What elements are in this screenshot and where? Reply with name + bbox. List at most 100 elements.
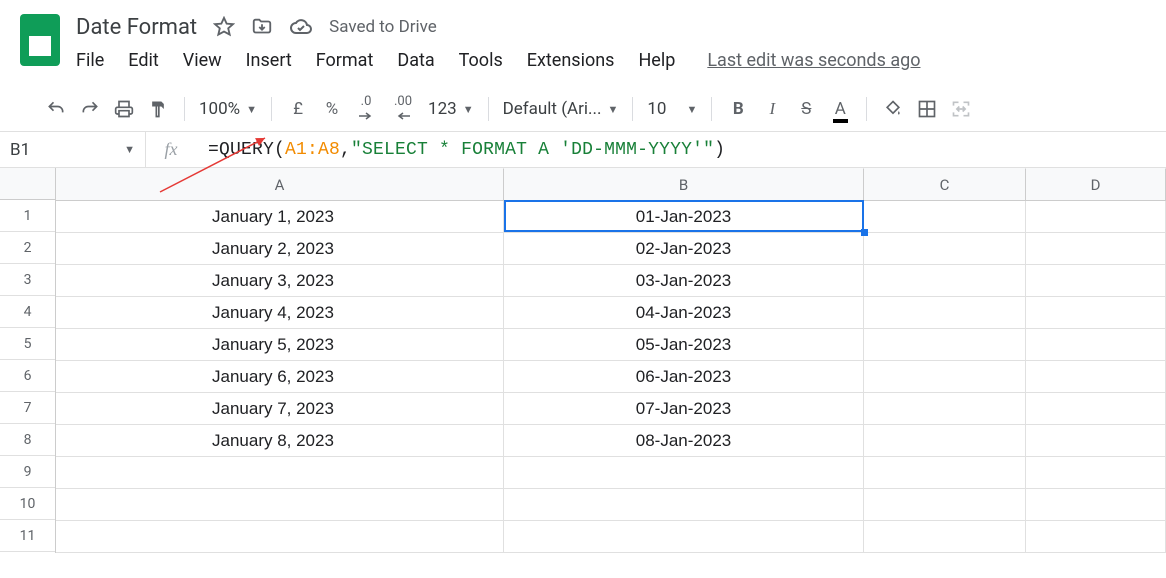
cell[interactable] (864, 329, 1026, 360)
font-size-dropdown[interactable]: 10▼ (647, 99, 697, 119)
font-dropdown[interactable]: Default (Ari...▼ (503, 99, 619, 119)
cell[interactable]: 03-Jan-2023 (504, 265, 864, 296)
cell[interactable] (864, 297, 1026, 328)
currency-button[interactable]: £ (286, 95, 310, 123)
select-all-corner[interactable] (0, 168, 55, 200)
undo-button[interactable] (44, 95, 68, 123)
menu-extensions[interactable]: Extensions (527, 50, 615, 71)
formula-bar[interactable]: =QUERY(A1:A8,"SELECT * FORMAT A 'DD-MMM-… (196, 140, 725, 160)
cell[interactable] (864, 361, 1026, 392)
sheets-logo[interactable] (10, 12, 70, 68)
cell[interactable]: January 4, 2023 (56, 297, 504, 328)
cell[interactable] (864, 233, 1026, 264)
cell[interactable] (1026, 297, 1166, 328)
row-header[interactable]: 5 (0, 328, 55, 360)
merge-cells-button[interactable] (949, 95, 973, 123)
cell[interactable] (864, 425, 1026, 456)
cell[interactable]: 08-Jan-2023 (504, 425, 864, 456)
cell[interactable] (864, 393, 1026, 424)
decrease-decimal-button[interactable]: .0 (354, 95, 378, 123)
move-icon[interactable] (251, 16, 273, 38)
bold-button[interactable]: B (726, 95, 750, 123)
more-formats-dropdown[interactable]: 123▼ (428, 99, 474, 119)
cell[interactable]: January 3, 2023 (56, 265, 504, 296)
row-header[interactable]: 10 (0, 488, 55, 520)
redo-button[interactable] (78, 95, 102, 123)
cell[interactable]: 04-Jan-2023 (504, 297, 864, 328)
cell[interactable] (56, 457, 504, 488)
cell[interactable] (864, 489, 1026, 520)
cell[interactable]: January 5, 2023 (56, 329, 504, 360)
cell[interactable]: January 6, 2023 (56, 361, 504, 392)
cell[interactable] (1026, 521, 1166, 552)
cell[interactable] (504, 489, 864, 520)
row-header[interactable]: 8 (0, 424, 55, 456)
fill-color-button[interactable] (881, 95, 905, 123)
cell[interactable] (1026, 201, 1166, 232)
menu-file[interactable]: File (76, 50, 104, 71)
last-edit-link[interactable]: Last edit was seconds ago (707, 50, 920, 71)
cell[interactable]: January 7, 2023 (56, 393, 504, 424)
document-title[interactable]: Date Format (76, 15, 197, 40)
menu-insert[interactable]: Insert (246, 50, 292, 71)
menu-tools[interactable]: Tools (459, 50, 503, 71)
row-headers: 1 2 3 4 5 6 7 8 9 10 11 (0, 168, 56, 553)
cell[interactable] (864, 201, 1026, 232)
cell[interactable]: 02-Jan-2023 (504, 233, 864, 264)
column-header[interactable]: C (864, 168, 1026, 200)
cell[interactable]: 07-Jan-2023 (504, 393, 864, 424)
cell[interactable] (56, 489, 504, 520)
print-button[interactable] (112, 95, 136, 123)
italic-button[interactable]: I (760, 95, 784, 123)
cell[interactable]: 06-Jan-2023 (504, 361, 864, 392)
menu-view[interactable]: View (183, 50, 222, 71)
menu-data[interactable]: Data (397, 50, 434, 71)
cell[interactable] (1026, 393, 1166, 424)
cell[interactable] (864, 457, 1026, 488)
cell[interactable] (864, 521, 1026, 552)
cell[interactable] (56, 521, 504, 552)
star-icon[interactable] (213, 16, 235, 38)
cell[interactable] (1026, 489, 1166, 520)
menu-help[interactable]: Help (638, 50, 675, 71)
cell[interactable]: 05-Jan-2023 (504, 329, 864, 360)
cell[interactable] (864, 265, 1026, 296)
text-color-button[interactable]: A (828, 95, 852, 123)
cell[interactable]: 01-Jan-2023 (504, 201, 864, 232)
row-header[interactable]: 2 (0, 232, 55, 264)
row-header[interactable]: 9 (0, 456, 55, 488)
cell[interactable] (504, 457, 864, 488)
row-header[interactable]: 6 (0, 360, 55, 392)
cell[interactable]: January 2, 2023 (56, 233, 504, 264)
cell[interactable] (504, 521, 864, 552)
column-header[interactable]: B (504, 168, 864, 200)
paint-format-button[interactable] (146, 95, 170, 123)
percent-button[interactable]: % (320, 95, 344, 123)
increase-decimal-button[interactable]: .00 (388, 95, 418, 123)
row-header[interactable]: 3 (0, 264, 55, 296)
cloud-saved-icon[interactable] (289, 15, 313, 39)
row-header[interactable]: 1 (0, 200, 55, 232)
row-header[interactable]: 7 (0, 392, 55, 424)
cell[interactable] (1026, 457, 1166, 488)
column-header[interactable]: D (1026, 168, 1166, 200)
cell[interactable] (1026, 233, 1166, 264)
menu-format[interactable]: Format (316, 50, 374, 71)
cell[interactable] (1026, 425, 1166, 456)
zoom-dropdown[interactable]: 100%▼ (199, 99, 257, 119)
cell[interactable]: January 8, 2023 (56, 425, 504, 456)
column-header[interactable]: A (56, 168, 504, 200)
name-box[interactable]: B1 ▼ (0, 132, 146, 167)
row-header[interactable]: 4 (0, 296, 55, 328)
cell[interactable] (1026, 265, 1166, 296)
column-headers: A B C D (56, 168, 1166, 201)
strikethrough-button[interactable]: S (794, 95, 818, 123)
menu-edit[interactable]: Edit (128, 50, 158, 71)
row-header[interactable]: 11 (0, 520, 55, 552)
app-header: Date Format Saved to Drive File Edit Vie… (0, 0, 1166, 71)
borders-button[interactable] (915, 95, 939, 123)
selection-handle[interactable] (861, 229, 868, 236)
cell[interactable]: January 1, 2023 (56, 201, 504, 232)
cell[interactable] (1026, 361, 1166, 392)
cell[interactable] (1026, 329, 1166, 360)
